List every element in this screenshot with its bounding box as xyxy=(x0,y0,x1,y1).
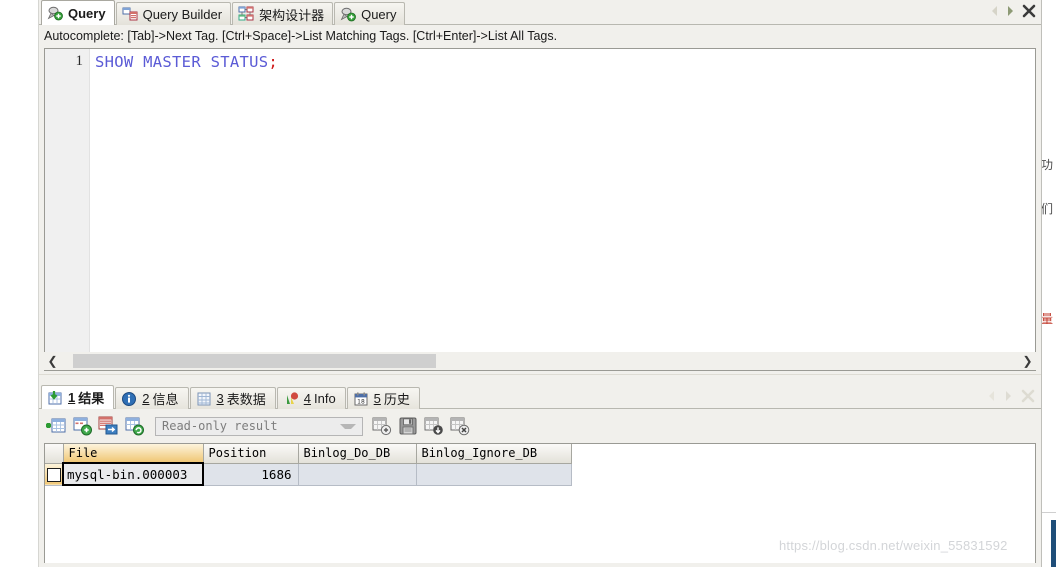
close-icon[interactable] xyxy=(1021,3,1037,19)
cell-binlog-do-db[interactable] xyxy=(298,463,417,486)
tab-history[interactable]: 18 5 历史 xyxy=(346,387,420,409)
query-builder-icon xyxy=(122,6,138,22)
tab-label: 信息 xyxy=(152,392,179,407)
info-bubble-icon xyxy=(121,391,137,407)
watermark: https://blog.csdn.net/weixin_55831592 xyxy=(779,538,1008,553)
column-header-position[interactable]: Position xyxy=(203,444,299,464)
tab-query-2[interactable]: Query xyxy=(334,2,406,25)
column-header-file[interactable]: File xyxy=(63,444,204,464)
sql-code-area[interactable]: SHOW MASTER STATUS; xyxy=(91,49,1035,370)
sql-editor[interactable]: 1 SHOW MASTER STATUS; xyxy=(44,48,1036,371)
chevron-down-icon xyxy=(340,423,356,429)
editor-horizontal-scrollbar[interactable]: ❮ ❯ xyxy=(44,352,1036,370)
cell-position[interactable]: 1686 xyxy=(203,463,299,486)
add-grid-icon[interactable] xyxy=(371,415,393,437)
tab-schema-designer[interactable]: 架构设计器 xyxy=(232,2,334,25)
right-side-panel: 功 们 量 xyxy=(1042,0,1056,567)
right-panel-divider xyxy=(1042,512,1056,513)
main-window: Query Query Builder 架构设计器 Query Autocomp… xyxy=(39,0,1041,567)
clipped-glyph: 量 xyxy=(1042,312,1054,326)
tab-info[interactable]: 4 Info xyxy=(276,387,346,409)
scroll-right-icon[interactable] xyxy=(1005,4,1016,18)
row-checkbox[interactable] xyxy=(46,468,61,482)
edit-record-icon[interactable] xyxy=(97,415,119,437)
tab-label: 结果 xyxy=(78,391,105,406)
scroll-right-arrow-icon[interactable]: ❯ xyxy=(1019,353,1036,370)
tab-index: 5 xyxy=(373,391,381,406)
duplicate-record-icon[interactable] xyxy=(71,415,93,437)
tab-label: Info xyxy=(313,391,336,406)
result-grid: File Position Binlog_Do_DB Binlog_Ignore… xyxy=(45,444,572,486)
tab-index: 4 xyxy=(303,391,311,406)
sql-keyword-text: SHOW MASTER STATUS xyxy=(95,53,269,71)
chart-icon xyxy=(283,391,299,407)
tab-label: Query xyxy=(361,6,397,22)
save-grid-icon[interactable] xyxy=(397,415,419,437)
column-header-binlog-ignore-db[interactable]: Binlog_Ignore_DB xyxy=(416,444,572,464)
table-data-icon xyxy=(196,391,212,407)
editor-gutter: 1 xyxy=(45,49,90,370)
left-margin xyxy=(0,0,38,567)
sql-terminator: ; xyxy=(268,53,279,71)
result-mode-value: Read-only result xyxy=(162,419,278,433)
autocomplete-hint-bar: Autocomplete: [Tab]->Next Tag. [Ctrl+Spa… xyxy=(39,25,1041,47)
scroll-left-icon[interactable] xyxy=(986,389,997,403)
export-grid-icon[interactable] xyxy=(423,415,445,437)
tab-query-builder[interactable]: Query Builder xyxy=(115,2,232,25)
line-number: 1 xyxy=(75,53,84,69)
tab-table-data[interactable]: 3 表数据 xyxy=(189,387,276,409)
mysql-client-window: Query Query Builder 架构设计器 Query Autocomp… xyxy=(0,0,1056,567)
column-header-binlog-do-db[interactable]: Binlog_Do_DB xyxy=(298,444,417,464)
results-tab-list: 1 结果 2 信息 3 表数据 4 Info 18 5 历史 xyxy=(41,385,421,409)
row-selector-cell[interactable] xyxy=(45,463,64,486)
cell-binlog-ignore-db[interactable] xyxy=(416,463,572,486)
autocomplete-hint-text: Autocomplete: [Tab]->Next Tag. [Ctrl+Spa… xyxy=(44,29,558,43)
scrollbar-thumb[interactable] xyxy=(73,354,436,368)
grid-header-row: File Position Binlog_Do_DB Binlog_Ignore… xyxy=(45,444,572,464)
editor-tabstrip-controls xyxy=(989,3,1037,19)
results-toolbar: Read-only result xyxy=(39,409,1041,443)
schema-designer-icon xyxy=(238,6,254,22)
tab-label: 表数据 xyxy=(226,392,266,407)
results-tabstrip: 1 结果 2 信息 3 表数据 4 Info 18 5 历史 xyxy=(39,383,1041,409)
tab-index: 2 xyxy=(142,391,150,406)
tab-results[interactable]: 1 结果 xyxy=(41,385,115,409)
clipped-glyph: 们 xyxy=(1042,202,1054,216)
clipped-glyph: 功 xyxy=(1042,158,1054,172)
row-selector-header[interactable] xyxy=(45,444,64,464)
tab-index: 3 xyxy=(216,391,224,406)
query-icon xyxy=(47,5,63,21)
tab-label: 历史 xyxy=(383,392,410,407)
tab-messages[interactable]: 2 信息 xyxy=(115,387,189,409)
tab-label: Query Builder xyxy=(142,6,223,22)
result-grid-icon xyxy=(47,390,63,406)
svg-text:18: 18 xyxy=(357,398,365,405)
results-tabstrip-controls xyxy=(986,388,1036,404)
tab-query-1[interactable]: Query xyxy=(41,0,115,25)
calendar-icon: 18 xyxy=(353,391,369,407)
tab-index: 1 xyxy=(68,390,76,405)
result-mode-select[interactable]: Read-only result xyxy=(155,416,363,436)
scroll-left-arrow-icon[interactable]: ❮ xyxy=(44,353,61,370)
table-row[interactable]: mysql-bin.000003 1686 xyxy=(45,462,572,486)
insert-record-icon[interactable] xyxy=(45,415,67,437)
right-panel-accent xyxy=(1051,520,1056,567)
tab-label: Query xyxy=(68,5,106,21)
tab-label: 架构设计器 xyxy=(259,7,325,23)
scrollbar-track[interactable] xyxy=(61,354,1019,368)
editor-tabstrip: Query Query Builder 架构设计器 Query xyxy=(39,0,1041,25)
editor-tab-list: Query Query Builder 架构设计器 Query xyxy=(41,0,406,25)
query-icon xyxy=(340,6,356,22)
cell-file[interactable]: mysql-bin.000003 xyxy=(62,462,204,486)
close-grid-icon[interactable] xyxy=(449,415,471,437)
scroll-left-icon[interactable] xyxy=(989,4,1000,18)
refresh-record-icon[interactable] xyxy=(123,415,145,437)
close-icon[interactable] xyxy=(1020,388,1036,404)
scroll-right-icon[interactable] xyxy=(1003,389,1014,403)
